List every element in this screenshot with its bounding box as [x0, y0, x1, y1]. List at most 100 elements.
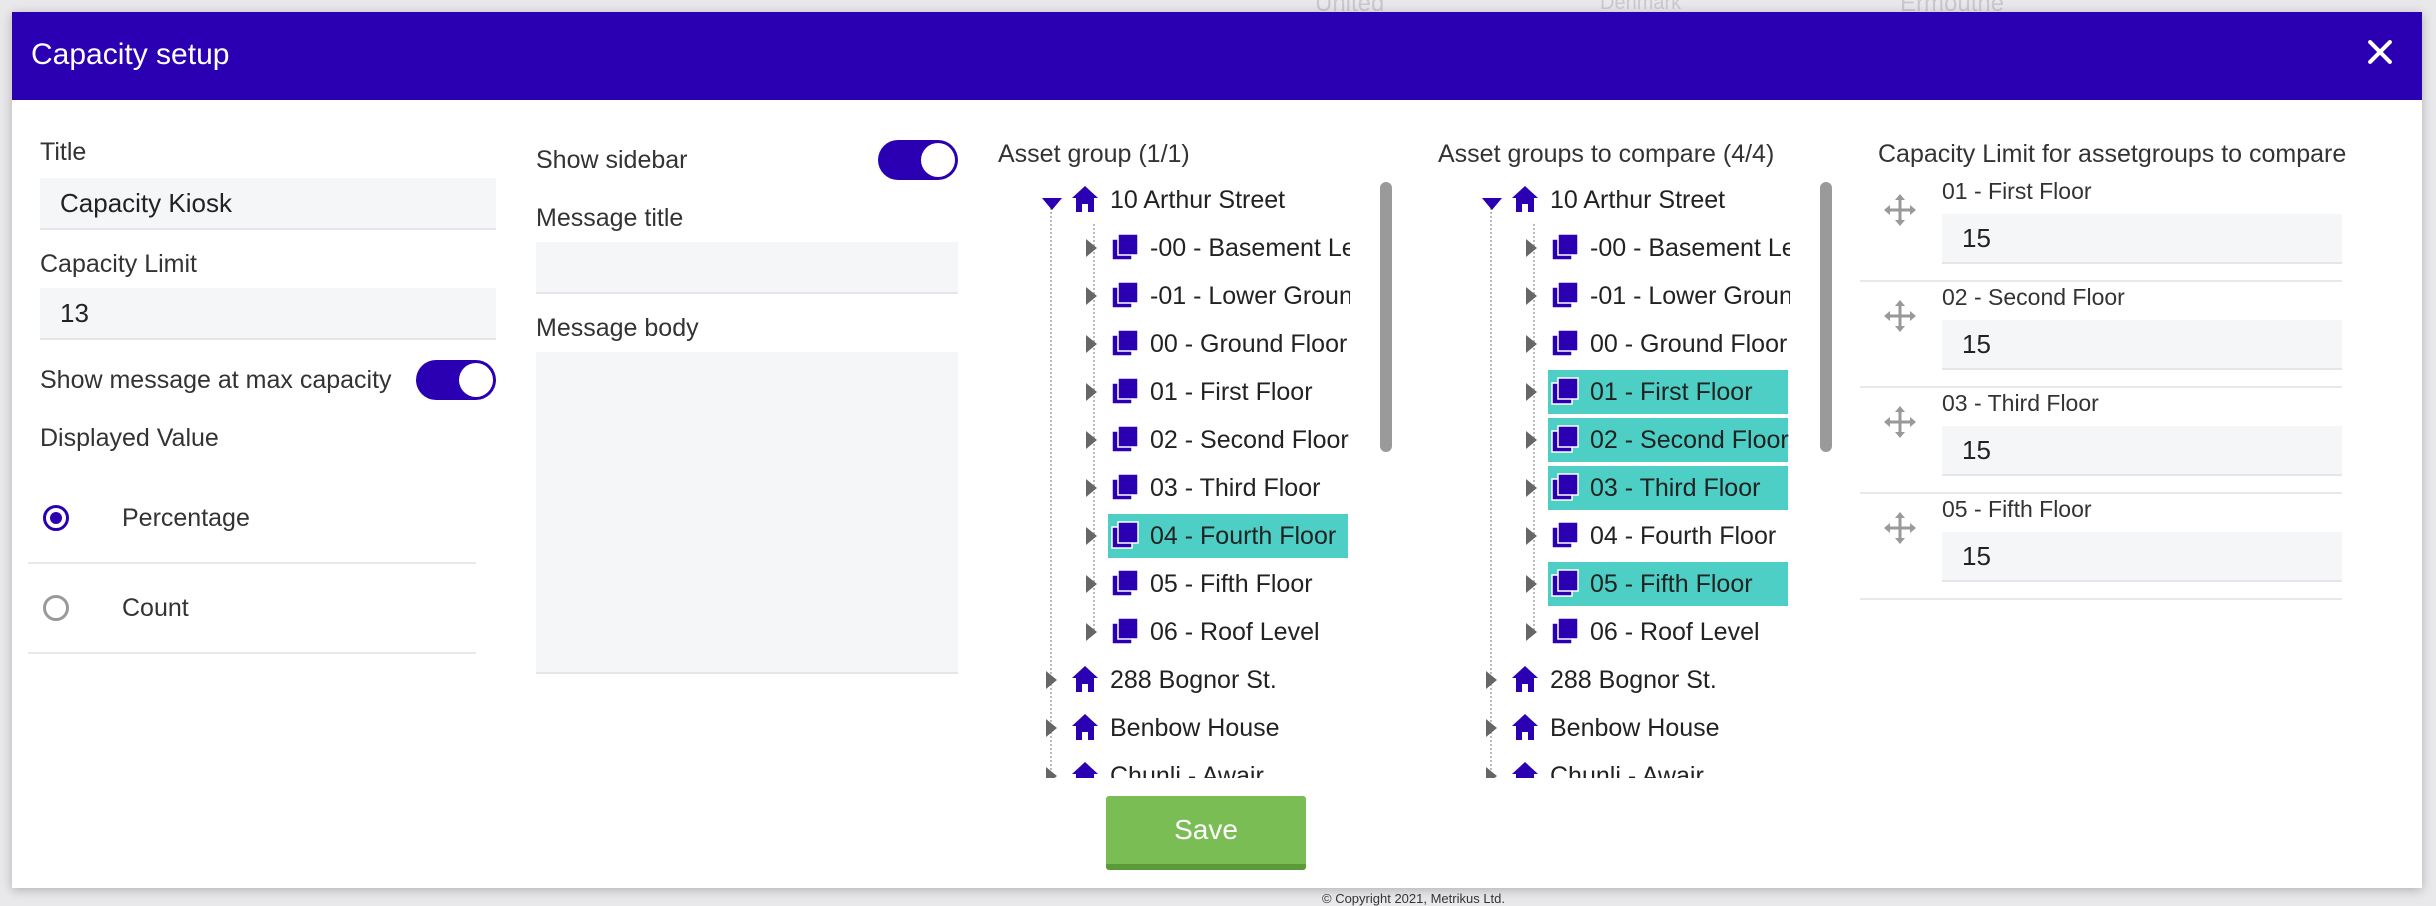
expand-arrow-icon[interactable]: [1086, 335, 1097, 353]
tree-node-floor[interactable]: 02 - Second Floor: [998, 416, 1350, 464]
asset-group-scrollbar[interactable]: [1380, 182, 1392, 452]
message-title-input[interactable]: [536, 242, 958, 294]
tree-node-floor[interactable]: 03 - Third Floor: [1438, 464, 1790, 512]
dialog-header: Capacity setup: [12, 12, 2422, 100]
expand-arrow-icon[interactable]: [1046, 719, 1057, 737]
radio-count[interactable]: Count: [28, 564, 476, 654]
expand-arrow-icon[interactable]: [1086, 383, 1097, 401]
capacity-limit-input[interactable]: 15: [1942, 532, 2342, 582]
expand-arrow-icon[interactable]: [1526, 527, 1537, 545]
tree-node-floor[interactable]: 05 - Fifth Floor: [1438, 560, 1790, 608]
collapse-arrow-icon[interactable]: [1042, 198, 1062, 210]
expand-arrow-icon[interactable]: [1046, 767, 1057, 778]
expand-arrow-icon[interactable]: [1526, 383, 1537, 401]
expand-arrow-icon[interactable]: [1526, 335, 1537, 353]
capacity-limit-label: Capacity Limit: [40, 250, 197, 278]
tree-node-floor[interactable]: 04 - Fourth Floor: [998, 512, 1350, 560]
expand-arrow-icon[interactable]: [1526, 575, 1537, 593]
tree-node-floor[interactable]: 06 - Roof Level: [1438, 608, 1790, 656]
expand-arrow-icon[interactable]: [1086, 479, 1097, 497]
capacity-limit-input[interactable]: 15: [1942, 426, 2342, 476]
capacity-limits-header: Capacity Limit for assetgroups to compar…: [1878, 140, 2347, 168]
expand-arrow-icon[interactable]: [1486, 767, 1497, 778]
tree-node-label: Benbow House: [1550, 714, 1720, 742]
capacity-limit-input[interactable]: 15: [1942, 214, 2342, 264]
tree-node-label: -01 - Lower Ground: [1150, 282, 1350, 310]
asset-group-header: Asset group (1/1): [998, 140, 1190, 168]
tree-node-label: 05 - Fifth Floor: [1150, 570, 1313, 598]
asset-group-tree: 10 Arthur Street -00 - Basement Level -01…: [998, 176, 1350, 778]
close-icon[interactable]: [2360, 32, 2400, 72]
tree-node-label: 00 - Ground Floor: [1590, 330, 1788, 358]
show-max-capacity-toggle[interactable]: [416, 360, 496, 400]
expand-arrow-icon[interactable]: [1526, 479, 1537, 497]
expand-arrow-icon[interactable]: [1526, 623, 1537, 641]
tree-node-floor[interactable]: -01 - Lower Ground: [998, 272, 1350, 320]
tree-node-floor[interactable]: 03 - Third Floor: [998, 464, 1350, 512]
tree-node-label: 10 Arthur Street: [1550, 186, 1726, 214]
capacity-limit-label: 01 - First Floor: [1942, 178, 2092, 204]
compare-groups-scrollbar[interactable]: [1820, 182, 1832, 452]
tree-node-building[interactable]: Benbow House: [998, 704, 1350, 752]
tree-node-floor[interactable]: 04 - Fourth Floor: [1438, 512, 1790, 560]
tree-node-label: 288 Bognor St.: [1550, 666, 1717, 694]
capacity-limit-row: 03 - Third Floor 15: [1860, 386, 2342, 494]
tree-node-floor[interactable]: -01 - Lower Ground: [1438, 272, 1790, 320]
tree-node-floor[interactable]: 06 - Roof Level: [998, 608, 1350, 656]
tree-node-floor[interactable]: 01 - First Floor: [998, 368, 1350, 416]
tree-node-root[interactable]: 10 Arthur Street: [1438, 176, 1778, 224]
move-handle-icon[interactable]: [1882, 298, 1918, 334]
save-button[interactable]: Save: [1106, 796, 1306, 870]
tree-node-floor[interactable]: -00 - Basement Level: [1438, 224, 1790, 272]
tree-node-building[interactable]: Chunli - Awair: [1438, 752, 1790, 778]
title-input[interactable]: Capacity Kiosk: [40, 178, 496, 230]
compare-groups-header: Asset groups to compare (4/4): [1438, 140, 1775, 168]
tree-node-label: 03 - Third Floor: [1590, 474, 1761, 502]
capacity-limit-input[interactable]: 15: [1942, 320, 2342, 370]
tree-node-floor[interactable]: 05 - Fifth Floor: [998, 560, 1350, 608]
move-handle-icon[interactable]: [1882, 192, 1918, 228]
expand-arrow-icon[interactable]: [1486, 719, 1497, 737]
move-handle-icon[interactable]: [1882, 510, 1918, 546]
tree-node-floor[interactable]: 01 - First Floor: [1438, 368, 1790, 416]
expand-arrow-icon[interactable]: [1526, 431, 1537, 449]
tree-node-label: -00 - Basement Level: [1150, 234, 1350, 262]
expand-arrow-icon[interactable]: [1486, 671, 1497, 689]
tree-node-building[interactable]: 288 Bognor St.: [998, 656, 1350, 704]
capacity-limit-label: 05 - Fifth Floor: [1942, 496, 2092, 522]
tree-node-floor[interactable]: -00 - Basement Level: [998, 224, 1350, 272]
tree-node-floor[interactable]: 00 - Ground Floor: [1438, 320, 1790, 368]
expand-arrow-icon[interactable]: [1086, 431, 1097, 449]
show-sidebar-toggle[interactable]: [878, 140, 958, 180]
capacity-limit-input[interactable]: 13: [40, 288, 496, 340]
tree-node-label: 04 - Fourth Floor: [1590, 522, 1777, 550]
tree-node-floor[interactable]: 00 - Ground Floor: [998, 320, 1350, 368]
tree-node-floor[interactable]: 02 - Second Floor: [1438, 416, 1790, 464]
collapse-arrow-icon[interactable]: [1482, 198, 1502, 210]
tree-node-label: -00 - Basement Level: [1590, 234, 1790, 262]
expand-arrow-icon[interactable]: [1086, 527, 1097, 545]
tree-node-label: 01 - First Floor: [1590, 378, 1753, 406]
expand-arrow-icon[interactable]: [1086, 575, 1097, 593]
tree-node-building[interactable]: Chunli - Awair: [998, 752, 1350, 778]
tree-node-root[interactable]: 10 Arthur Street: [998, 176, 1338, 224]
expand-arrow-icon[interactable]: [1086, 623, 1097, 641]
capacity-limit-row: 02 - Second Floor 15: [1860, 280, 2342, 388]
toggle-knob: [921, 143, 955, 177]
tree-node-label: 10 Arthur Street: [1110, 186, 1286, 214]
message-body-label: Message body: [536, 314, 699, 342]
copyright-text: © Copyright 2021, Metrikus Ltd.: [1322, 891, 1505, 906]
expand-arrow-icon[interactable]: [1526, 287, 1537, 305]
expand-arrow-icon[interactable]: [1046, 671, 1057, 689]
expand-arrow-icon[interactable]: [1086, 287, 1097, 305]
expand-arrow-icon[interactable]: [1086, 239, 1097, 257]
building-icon: [1512, 186, 1538, 212]
tree-node-building[interactable]: 288 Bognor St.: [1438, 656, 1790, 704]
radio-percentage[interactable]: Percentage: [28, 474, 476, 564]
move-handle-icon[interactable]: [1882, 404, 1918, 440]
message-body-textarea[interactable]: [536, 352, 958, 674]
capacity-limit-row: 01 - First Floor 15: [1860, 174, 2342, 282]
tree-node-building[interactable]: Benbow House: [1438, 704, 1790, 752]
expand-arrow-icon[interactable]: [1526, 239, 1537, 257]
radio-checked-icon: [43, 505, 69, 531]
